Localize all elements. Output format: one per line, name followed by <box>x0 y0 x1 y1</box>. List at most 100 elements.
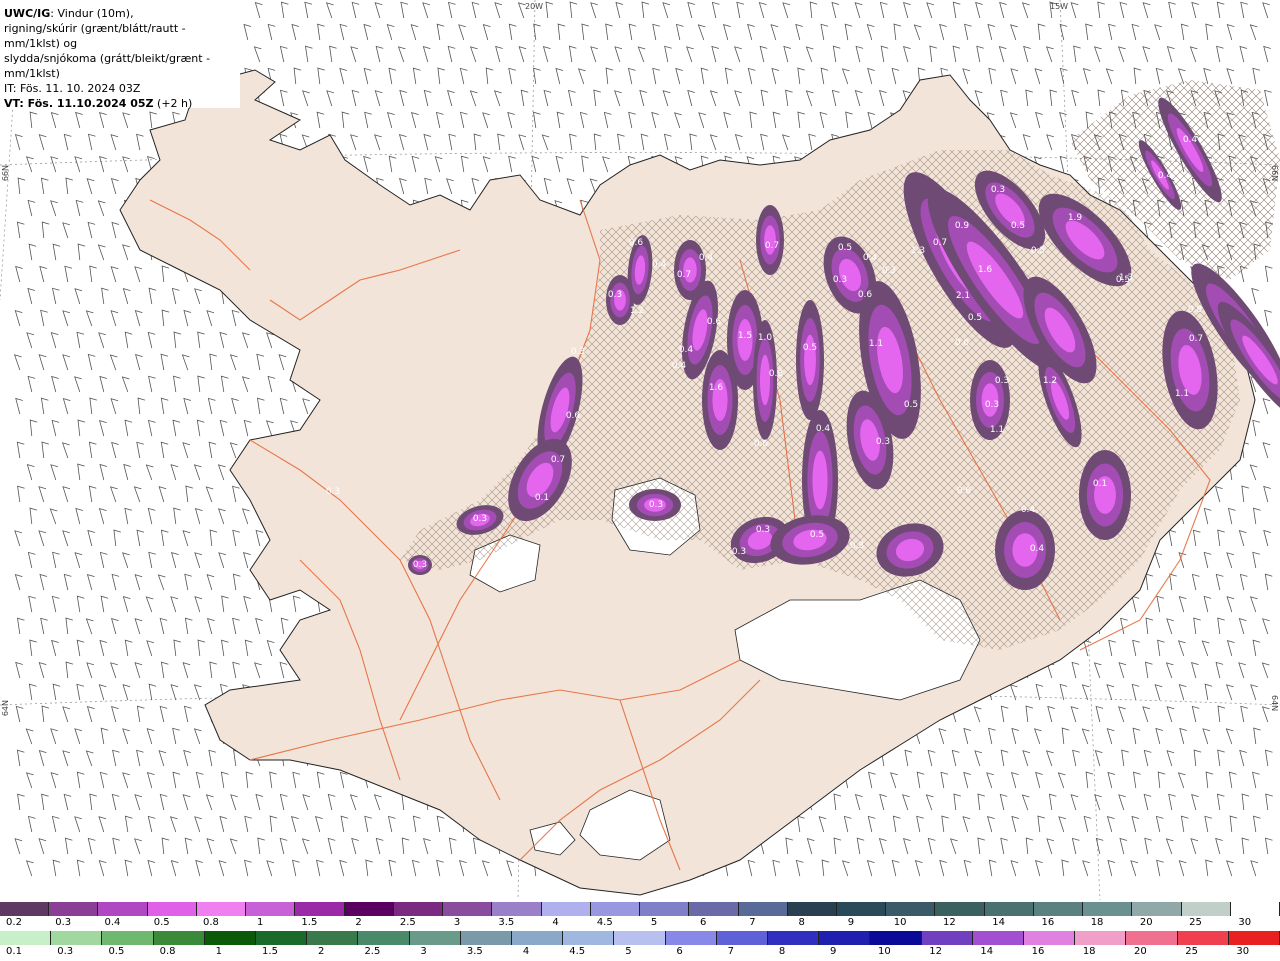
scale-label: 25 <box>1185 946 1198 957</box>
scale-label: 1.5 <box>301 917 318 928</box>
scale-swatch <box>1177 931 1229 945</box>
scale-swatch <box>614 931 666 945</box>
scale-label: 4 <box>522 946 530 957</box>
scale-swatch <box>541 902 591 916</box>
precip-value-label: 0.3 <box>732 547 746 557</box>
precip-value-label: 0.9 <box>955 221 970 231</box>
scale-label: 18 <box>1082 946 1096 957</box>
scale-swatch <box>98 902 148 916</box>
lead-time: (+2 h) <box>157 97 193 110</box>
rain-scale-labels: 0.1 0.3 0.5 0.8 1 1.5 2 2.5 3 3.5 4 4.5 5 6 7 8 9 10 12 14 1… <box>0 946 1280 960</box>
scale-label: 4 <box>552 917 559 928</box>
scale-swatch <box>512 931 564 945</box>
scale-label: 0.8 <box>159 946 176 957</box>
scale-label: 1 <box>215 946 222 957</box>
scale-label: 30 <box>1238 917 1252 928</box>
precip-value-label: 0.3 <box>571 347 585 357</box>
scale-swatch <box>0 902 50 916</box>
lon-label-20w: 20W <box>525 2 544 11</box>
scale-label: 30 <box>1236 946 1250 957</box>
precip-value-label: 0.5 <box>838 243 852 253</box>
precip-value-label: 0.4 <box>672 361 687 371</box>
precip-value-label: 0.4 <box>863 253 878 263</box>
snow-scale-labels: 0.2 0.3 0.4 0.5 0.8 1 1.5 2 2.5 3 3.5 4 4.5 5 6 7 8 9 10 12… <box>0 917 1280 931</box>
scale-swatch <box>295 902 345 916</box>
scale-swatch <box>886 902 936 916</box>
scale-label: 3 <box>453 917 461 928</box>
scale-label: 12 <box>943 917 956 928</box>
scale-label: 14 <box>980 946 994 957</box>
scale-swatch <box>196 902 247 916</box>
precip-value-label: 0.5 <box>1011 221 1025 231</box>
scale-swatch <box>768 931 820 945</box>
scale-label: 9 <box>830 946 837 957</box>
scale-swatch <box>665 931 717 945</box>
scale-swatch <box>1132 902 1182 916</box>
map-title-box: UWC/IG: Vindur (10m), rigning/skúrir (gr… <box>0 0 240 110</box>
precip-value-label: 0.8 <box>1188 305 1203 315</box>
precip-cell <box>812 450 828 510</box>
precip-value-label: 1.0 <box>758 333 773 343</box>
lat-label-64n-left: 64N <box>1 700 10 717</box>
scale-label: 1 <box>256 917 264 928</box>
precip-value-label: 0.3 <box>756 525 770 535</box>
scale-swatch <box>1126 931 1178 945</box>
title-line-3: slydda/snjókoma (grátt/bleikt/grænt - mm… <box>4 52 211 80</box>
precip-value-label: 0.3 <box>876 437 890 447</box>
scale-label: 12 <box>929 946 942 957</box>
model-name: UWC/IG <box>4 7 51 20</box>
scale-swatch <box>0 931 52 945</box>
scale-label: 7 <box>749 917 756 928</box>
precip-value-label: 0.4 <box>816 424 831 434</box>
precip-value-label: 0.7 <box>933 238 947 248</box>
scale-label: 0.8 <box>202 917 219 928</box>
precip-value-label: 0.4 <box>679 345 694 355</box>
precip-value-label: 0.8 <box>769 369 784 379</box>
scale-swatch <box>1181 902 1231 916</box>
scale-label: 10 <box>878 946 891 957</box>
precip-value-label: 1.5 <box>738 331 752 341</box>
precip-value-label: 0.7 <box>1189 334 1203 344</box>
scale-swatch <box>443 902 493 916</box>
precip-value-label: 0.7 <box>677 270 691 280</box>
scale-swatch <box>147 902 197 916</box>
scale-label: 3.5 <box>466 946 483 957</box>
scale-swatch <box>563 931 615 945</box>
precip-value-label: 0.3 <box>985 400 999 410</box>
precip-value-label: 0.3 <box>991 185 1005 195</box>
rain-color-scale: 0.1 0.3 0.5 0.8 1 1.5 2 2.5 3 3.5 4 4.5 5 6 7 8 9 10 12 14 1… <box>0 931 1280 961</box>
precip-value-label: 0.6 <box>754 439 769 449</box>
scale-label: 3.5 <box>498 917 515 928</box>
lon-label-15w: 15W <box>1050 2 1069 11</box>
precip-value-label: 1.1 <box>990 425 1004 435</box>
scale-label: 16 <box>1041 917 1055 928</box>
scale-label: 0.3 <box>55 917 72 928</box>
scale-swatch <box>640 902 690 916</box>
scale-label: 2.5 <box>364 946 381 957</box>
scale-swatch <box>49 902 99 916</box>
scale-swatch <box>819 931 871 945</box>
scale-label: 18 <box>1090 917 1104 928</box>
title-line-2: rigning/skúrir (grænt/blátt/rautt - mm/1… <box>4 22 186 50</box>
scale-swatch <box>1230 902 1280 916</box>
scale-label: 0.3 <box>57 946 74 957</box>
scale-label: 14 <box>992 917 1005 928</box>
scale-label: 8 <box>778 946 786 957</box>
precip-cell <box>759 354 771 406</box>
scale-swatch <box>102 931 154 945</box>
lat-label-66n-left: 66N <box>1 165 10 182</box>
scale-swatch <box>935 902 985 916</box>
scale-label: 20 <box>1134 946 1147 957</box>
precip-value-label: 0.6 <box>566 411 581 421</box>
scale-swatch <box>393 902 444 916</box>
precip-value-label: 0.3 <box>413 560 427 570</box>
scale-swatch <box>590 902 641 916</box>
scale-swatch <box>1075 931 1127 945</box>
precip-value-label: 2.1 <box>956 291 970 301</box>
scale-swatch <box>344 902 394 916</box>
scale-label: 1.5 <box>262 946 278 957</box>
title-line-1: UWC/IG: Vindur (10m), <box>4 6 236 21</box>
scale-swatch <box>689 902 739 916</box>
precip-value-label: 1.6 <box>709 383 724 393</box>
precip-value-label: 0.6 <box>707 317 722 327</box>
